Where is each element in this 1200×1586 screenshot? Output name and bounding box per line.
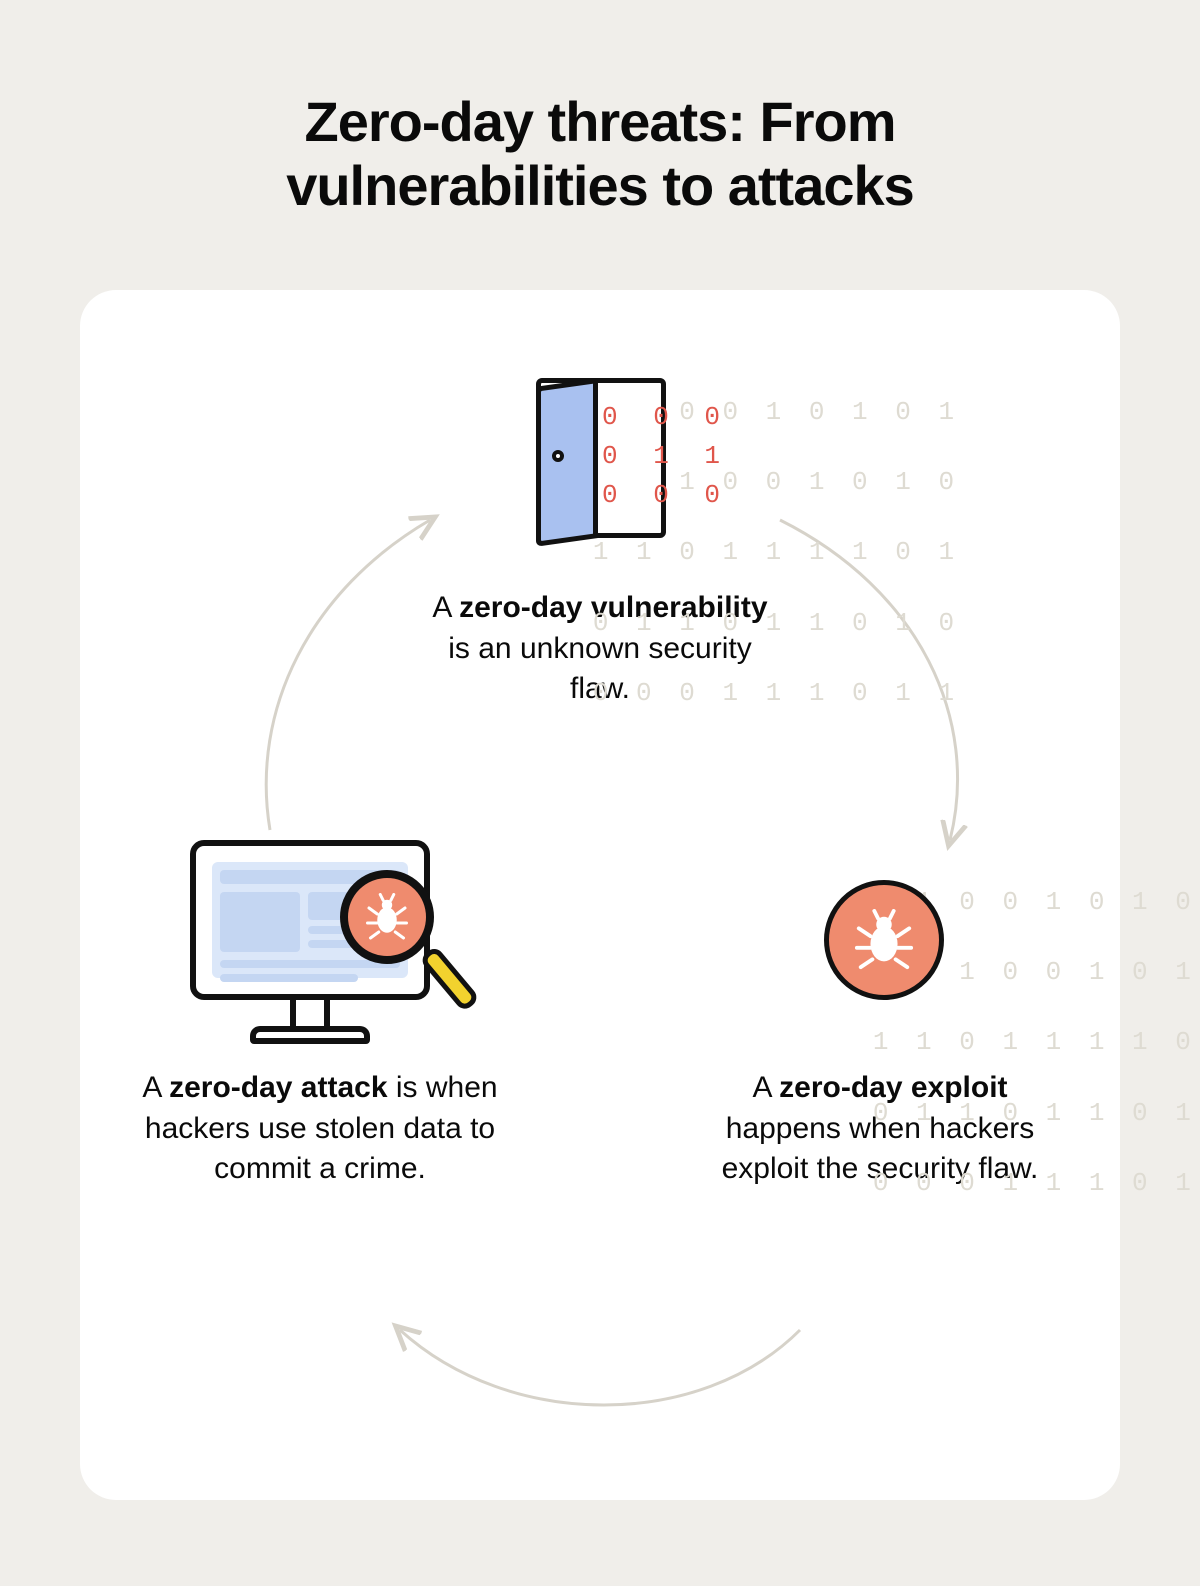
title-line-2: vulnerabilities to attacks (286, 154, 914, 217)
node-attack: A zero-day attack is when hackers use st… (140, 830, 500, 1190)
binary-red-overlay: 0 0 0 0 1 1 0 0 0 (602, 398, 730, 515)
page-title: Zero-day threats: From vulnerabilities t… (0, 0, 1200, 219)
door-knob-icon (552, 450, 564, 462)
bug-circle-icon (824, 880, 944, 1000)
vulnerability-illustration: 0 1 0 0 1 0 1 0 1 1 0 1 0 0 1 0 1 0 1 1 … (420, 350, 780, 570)
exploit-illustration: 0 1 0 0 1 0 1 0 1 1 0 1 0 0 1 0 1 0 1 1 … (700, 830, 1060, 1050)
attack-illustration (140, 830, 500, 1050)
attack-description: A zero-day attack is when hackers use st… (140, 1068, 500, 1190)
node-vulnerability: 0 1 0 0 1 0 1 0 1 1 0 1 0 0 1 0 1 0 1 1 … (420, 350, 780, 710)
exploit-description: A zero-day exploit happens when hackers … (700, 1068, 1060, 1190)
node-exploit: 0 1 0 0 1 0 1 0 1 1 0 1 0 0 1 0 1 0 1 1 … (700, 830, 1060, 1190)
door-open-icon (536, 378, 598, 547)
vulnerability-description: A zero-day vulnerability is an unknown s… (420, 588, 780, 710)
monitor-base (250, 1026, 370, 1044)
bug-icon (363, 893, 411, 941)
bug-icon (853, 909, 915, 971)
magnifier-glass (340, 870, 434, 964)
diagram-card: 0 1 0 0 1 0 1 0 1 1 0 1 0 0 1 0 1 0 1 1 … (80, 290, 1120, 1500)
title-line-1: Zero-day threats: From (305, 90, 896, 153)
magnifier-icon (340, 870, 434, 964)
